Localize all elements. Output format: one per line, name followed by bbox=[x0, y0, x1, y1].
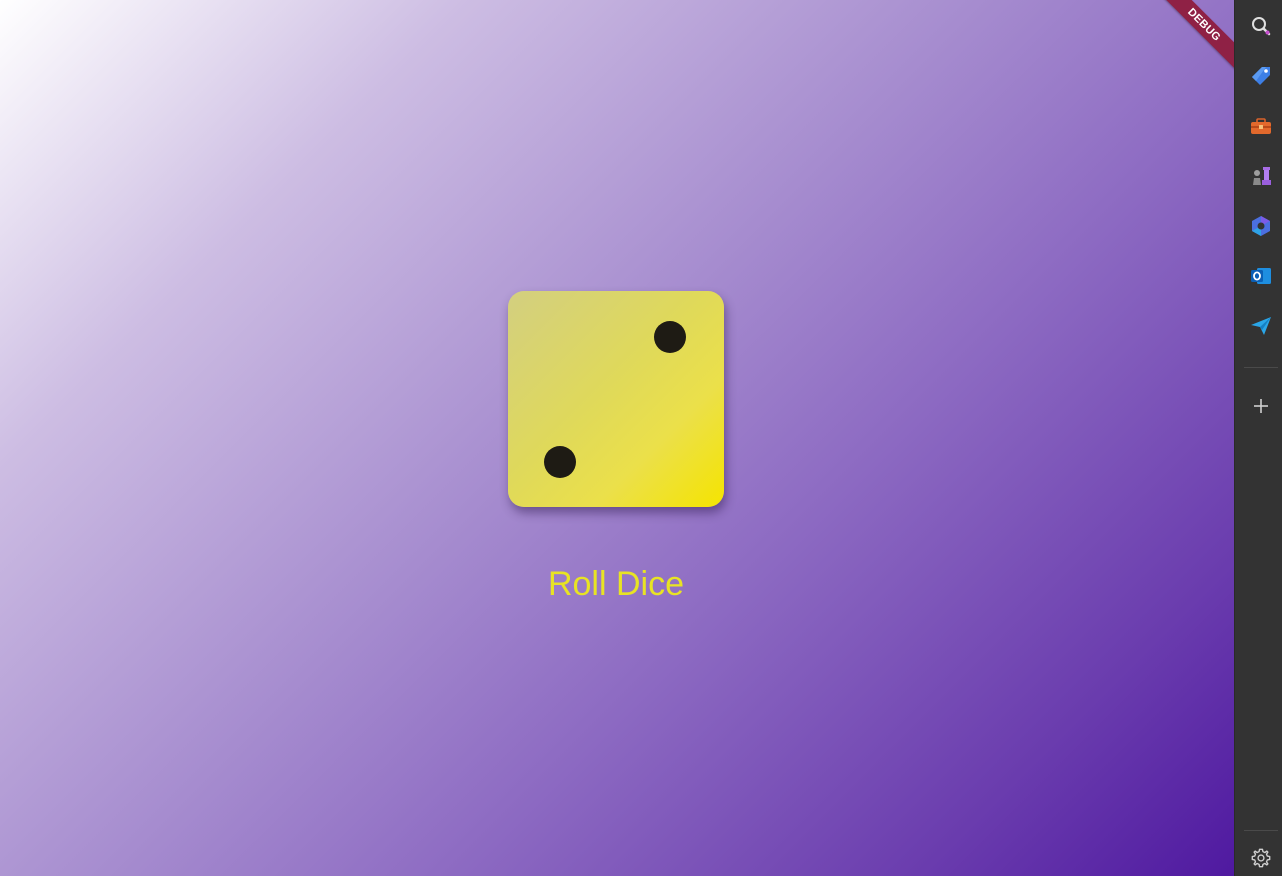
outlook-icon bbox=[1251, 268, 1271, 284]
sidebar-item-outlook[interactable] bbox=[1243, 258, 1279, 294]
copilot-icon bbox=[1252, 216, 1270, 236]
sidebar-item-send[interactable] bbox=[1243, 308, 1279, 344]
app-window: DEBUG Roll Dice bbox=[0, 0, 1234, 876]
toolbox-icon bbox=[1251, 118, 1271, 134]
gear-icon bbox=[1251, 848, 1271, 868]
sidebar-divider bbox=[1244, 367, 1278, 368]
dice-pip bbox=[544, 446, 576, 478]
roll-dice-button[interactable]: Roll Dice bbox=[516, 560, 716, 608]
sidebar bbox=[1234, 0, 1282, 876]
chess-icon bbox=[1253, 167, 1271, 185]
dice-face[interactable] bbox=[508, 291, 724, 507]
sidebar-settings-button[interactable] bbox=[1243, 840, 1279, 876]
sidebar-item-search[interactable] bbox=[1243, 8, 1279, 44]
tag-icon bbox=[1252, 67, 1270, 85]
send-icon bbox=[1251, 317, 1271, 335]
debug-label: DEBUG bbox=[1155, 0, 1234, 74]
sidebar-item-tag[interactable] bbox=[1243, 58, 1279, 94]
dice-pip bbox=[654, 321, 686, 353]
sidebar-add-button[interactable] bbox=[1243, 388, 1279, 424]
search-icon bbox=[1252, 17, 1271, 36]
sidebar-item-copilot[interactable] bbox=[1243, 208, 1279, 244]
sidebar-divider bbox=[1244, 830, 1278, 831]
add-icon bbox=[1254, 399, 1268, 413]
sidebar-item-chess[interactable] bbox=[1243, 158, 1279, 194]
debug-banner: DEBUG bbox=[1144, 0, 1234, 90]
sidebar-item-toolbox[interactable] bbox=[1243, 108, 1279, 144]
